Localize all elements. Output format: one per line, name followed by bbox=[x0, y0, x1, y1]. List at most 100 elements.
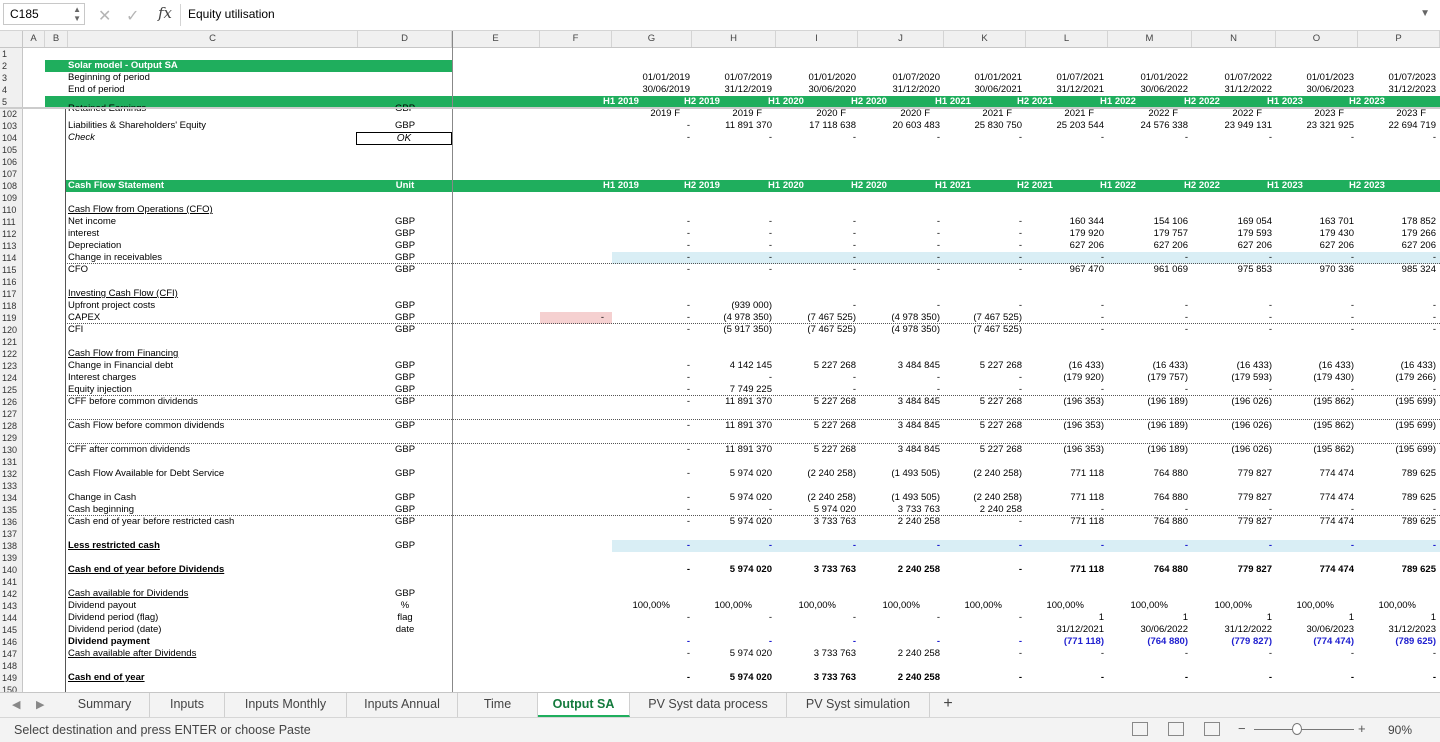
value-cell[interactable]: 2 240 258 bbox=[858, 672, 940, 684]
column-header-l[interactable]: L bbox=[1026, 31, 1108, 47]
value-cell[interactable]: 22 694 719 bbox=[1358, 120, 1436, 132]
row-label[interactable]: CFI bbox=[68, 324, 358, 336]
value-cell[interactable]: - bbox=[612, 672, 690, 684]
value-cell[interactable]: - bbox=[1276, 648, 1354, 660]
value-cell[interactable]: (196 353) bbox=[1026, 444, 1104, 456]
value-cell[interactable]: 5 974 020 bbox=[692, 468, 772, 480]
row-number[interactable]: 106 bbox=[0, 156, 23, 168]
row-number[interactable]: 125 bbox=[0, 384, 23, 396]
value-cell[interactable]: 1 bbox=[1358, 612, 1436, 624]
begin-date[interactable]: 01/07/2023 bbox=[1358, 72, 1436, 84]
value-cell[interactable]: 2 240 258 bbox=[858, 516, 940, 528]
column-header-m[interactable]: M bbox=[1108, 31, 1192, 47]
sheet-tab-pv-syst-simulation[interactable]: PV Syst simulation bbox=[787, 693, 930, 717]
row-number[interactable]: 1 bbox=[0, 48, 23, 60]
value-cell[interactable]: - bbox=[692, 228, 772, 240]
value-cell[interactable]: 627 206 bbox=[1026, 240, 1104, 252]
value-cell[interactable]: 1 bbox=[1108, 612, 1188, 624]
value-cell[interactable]: 771 118 bbox=[1026, 564, 1104, 576]
sheet-tab-inputs-monthly[interactable]: Inputs Monthly bbox=[225, 693, 347, 717]
column-header-e[interactable]: E bbox=[452, 31, 540, 47]
value-cell[interactable]: 2 240 258 bbox=[858, 648, 940, 660]
value-cell[interactable]: 779 827 bbox=[1192, 516, 1272, 528]
row-number[interactable]: 132 bbox=[0, 468, 23, 480]
end-date[interactable]: 30/06/2020 bbox=[776, 84, 856, 96]
row-label[interactable]: Cash available for Dividends bbox=[68, 588, 358, 600]
begin-date[interactable]: 01/01/2023 bbox=[1276, 72, 1354, 84]
value-cell[interactable]: 30/06/2023 bbox=[1276, 624, 1354, 636]
value-cell[interactable]: 1 bbox=[1192, 612, 1272, 624]
value-cell[interactable]: 985 324 bbox=[1358, 264, 1436, 276]
value-cell[interactable]: - bbox=[858, 240, 940, 252]
value-cell[interactable]: 100,00% bbox=[1088, 600, 1168, 612]
value-cell[interactable]: 179 266 bbox=[1358, 228, 1436, 240]
value-cell[interactable]: 169 054 bbox=[1192, 216, 1272, 228]
value-cell[interactable]: - bbox=[858, 372, 940, 384]
value-cell[interactable]: (16 433) bbox=[1276, 360, 1354, 372]
value-cell[interactable]: - bbox=[776, 240, 856, 252]
unit-cell[interactable]: GBP bbox=[360, 468, 450, 480]
value-cell[interactable]: 764 880 bbox=[1108, 564, 1188, 576]
value-cell[interactable]: 789 625 bbox=[1358, 516, 1436, 528]
value-cell[interactable]: 100,00% bbox=[1172, 600, 1252, 612]
value-cell[interactable]: 3 484 845 bbox=[858, 360, 940, 372]
begin-date[interactable]: 01/01/2022 bbox=[1108, 72, 1188, 84]
prev-sheet-icon[interactable]: ◀ bbox=[12, 698, 20, 711]
value-cell[interactable]: 779 827 bbox=[1192, 492, 1272, 504]
value-cell[interactable]: 4 142 145 bbox=[692, 360, 772, 372]
end-date[interactable]: 31/12/2019 bbox=[692, 84, 772, 96]
column-header-o[interactable]: O bbox=[1276, 31, 1358, 47]
value-cell[interactable]: - bbox=[944, 540, 1022, 552]
value-cell[interactable]: - bbox=[612, 612, 690, 624]
value-cell[interactable]: - bbox=[1358, 648, 1436, 660]
function-icon[interactable]: fx bbox=[158, 4, 172, 22]
value-cell[interactable]: (1 493 505) bbox=[858, 492, 940, 504]
value-cell[interactable]: - bbox=[944, 228, 1022, 240]
zoom-slider[interactable] bbox=[1254, 729, 1354, 730]
row-number[interactable]: 147 bbox=[0, 648, 23, 660]
value-cell[interactable]: 5 227 268 bbox=[944, 444, 1022, 456]
value-cell[interactable]: - bbox=[612, 216, 690, 228]
row-number[interactable]: 2 bbox=[0, 60, 23, 72]
row-number[interactable]: 149 bbox=[0, 672, 23, 684]
value-cell[interactable]: 178 852 bbox=[1358, 216, 1436, 228]
begin-date[interactable]: 01/01/2021 bbox=[944, 72, 1022, 84]
value-cell[interactable]: 779 827 bbox=[1192, 468, 1272, 480]
value-cell[interactable]: 5 227 268 bbox=[776, 444, 856, 456]
value-cell[interactable]: (939 000) bbox=[692, 300, 772, 312]
row-number[interactable]: 128 bbox=[0, 420, 23, 432]
value-cell[interactable]: - bbox=[1192, 540, 1272, 552]
value-cell[interactable]: 179 430 bbox=[1276, 228, 1354, 240]
value-cell[interactable]: - bbox=[776, 228, 856, 240]
row-label[interactable]: Cash Flow Available for Debt Service bbox=[68, 468, 358, 480]
column-header-a[interactable]: A bbox=[23, 31, 45, 47]
unit-cell[interactable]: GBP bbox=[360, 588, 450, 600]
value-cell[interactable]: 789 625 bbox=[1358, 564, 1436, 576]
value-cell[interactable]: 11 891 370 bbox=[692, 396, 772, 408]
value-cell[interactable]: 3 733 763 bbox=[776, 648, 856, 660]
value-cell[interactable]: - bbox=[1358, 540, 1436, 552]
value-cell[interactable]: 100,00% bbox=[756, 600, 836, 612]
value-cell[interactable]: - bbox=[692, 540, 772, 552]
value-cell[interactable]: (7 467 525) bbox=[944, 324, 1022, 336]
value-cell[interactable]: - bbox=[944, 372, 1022, 384]
row-number[interactable]: 133 bbox=[0, 480, 23, 492]
row-number[interactable]: 130 bbox=[0, 444, 23, 456]
value-cell[interactable]: (196 353) bbox=[1026, 420, 1104, 432]
begin-date[interactable]: 01/01/2020 bbox=[776, 72, 856, 84]
row-number[interactable]: 116 bbox=[0, 276, 23, 288]
value-cell[interactable]: 25 830 750 bbox=[944, 120, 1022, 132]
row-number[interactable]: 103 bbox=[0, 120, 23, 132]
row-number[interactable]: 145 bbox=[0, 624, 23, 636]
value-cell[interactable]: 5 227 268 bbox=[944, 420, 1022, 432]
value-cell[interactable]: - bbox=[776, 612, 856, 624]
value-cell[interactable]: 3 484 845 bbox=[858, 396, 940, 408]
row-label[interactable]: Cash Flow before common dividends bbox=[68, 420, 358, 432]
row-number[interactable]: 124 bbox=[0, 372, 23, 384]
value-cell[interactable]: - bbox=[692, 264, 772, 276]
value-cell[interactable]: - bbox=[692, 612, 772, 624]
value-cell[interactable]: - bbox=[1108, 648, 1188, 660]
value-cell[interactable]: (195 699) bbox=[1358, 420, 1436, 432]
value-cell[interactable]: - bbox=[858, 540, 940, 552]
value-cell[interactable]: (789 625) bbox=[1358, 636, 1436, 648]
